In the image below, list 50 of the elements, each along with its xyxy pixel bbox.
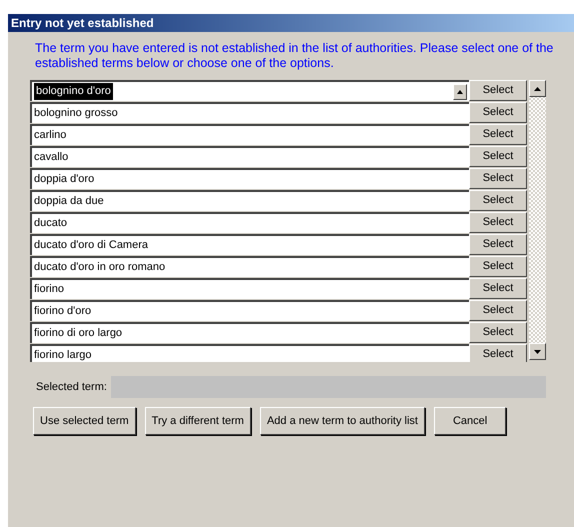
select-button[interactable]: Select <box>469 124 527 145</box>
term-text: fiorino di oro largo <box>34 326 122 342</box>
term-text: ducato d'oro di Camera <box>34 238 148 254</box>
term-field[interactable]: fiorino <box>30 278 469 299</box>
dialog-button[interactable]: Add a new term to authority list <box>260 407 425 435</box>
scroll-down-icon[interactable] <box>529 343 546 360</box>
term-text: doppia d'oro <box>34 172 94 188</box>
select-button[interactable]: Select <box>469 102 527 123</box>
select-button[interactable]: Select <box>469 256 527 277</box>
term-field[interactable]: cavallo <box>30 146 469 167</box>
term-field[interactable]: doppia d'oro <box>30 168 469 189</box>
message-text: The term you have entered is not established in the list of authorities. Please select one of the established terms below or choose one of the options. <box>35 41 554 71</box>
select-button[interactable]: Select <box>469 168 527 189</box>
term-field[interactable]: ducato <box>30 212 469 233</box>
dialog-button[interactable]: Try a different term <box>144 407 251 435</box>
select-button[interactable]: Select <box>469 322 527 343</box>
dialog-button[interactable]: Use selected term <box>33 407 136 435</box>
select-button[interactable]: Select <box>469 278 527 299</box>
term-field[interactable]: ducato d'oro in oro romano <box>30 256 469 277</box>
term-field[interactable]: fiorino largo <box>30 344 469 362</box>
select-button[interactable]: Select <box>469 234 527 255</box>
term-text: bolognino d'oro <box>34 83 113 100</box>
term-field[interactable]: ducato d'oro di Camera <box>30 234 469 255</box>
select-button[interactable]: Select <box>469 80 527 101</box>
term-field[interactable]: bolognino d'oro <box>30 80 469 101</box>
scroll-up-icon[interactable] <box>529 80 546 97</box>
term-text: fiorino <box>34 282 64 298</box>
select-button[interactable]: Select <box>469 146 527 167</box>
term-text: cavallo <box>34 150 68 166</box>
term-text: ducato d'oro in oro romano <box>34 260 166 276</box>
term-text: fiorino largo <box>34 348 92 362</box>
scrollbar[interactable] <box>529 80 546 360</box>
term-text: ducato <box>34 216 68 232</box>
select-button[interactable]: Select <box>469 212 527 233</box>
term-field[interactable]: bolognino grosso <box>30 102 469 123</box>
dialog-button[interactable]: Cancel <box>434 407 506 435</box>
select-button[interactable]: Select <box>469 344 527 362</box>
select-button[interactable]: Select <box>469 190 527 211</box>
window-title: Entry not yet established <box>8 14 574 32</box>
term-field[interactable]: doppia da due <box>30 190 469 211</box>
term-text: fiorino d'oro <box>34 304 92 320</box>
term-text: carlino <box>34 128 66 144</box>
spin-icon[interactable] <box>453 84 467 100</box>
term-text: bolognino grosso <box>34 106 118 122</box>
term-field[interactable]: fiorino di oro largo <box>30 322 469 343</box>
term-field[interactable]: carlino <box>30 124 469 145</box>
select-button[interactable]: Select <box>469 300 527 321</box>
term-field[interactable]: fiorino d'oro <box>30 300 469 321</box>
selected-term-label: Selected term: <box>36 380 107 395</box>
term-text: doppia da due <box>34 194 104 210</box>
